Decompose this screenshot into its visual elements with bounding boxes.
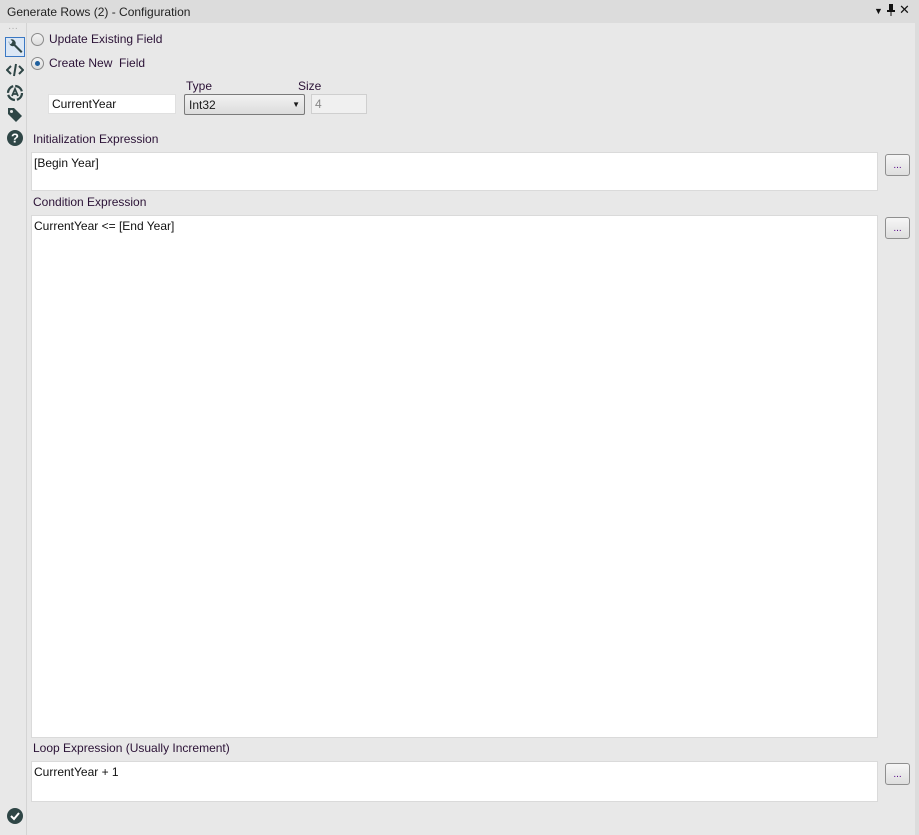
dropdown-arrow-icon[interactable]: ▼ (874, 6, 883, 16)
pin-icon[interactable] (886, 3, 896, 20)
loop-expression-label: Loop Expression (Usually Increment) (33, 741, 230, 755)
scroll-edge (915, 23, 919, 835)
radio-label: Update Existing Field (49, 32, 163, 46)
init-expression-label: Initialization Expression (33, 132, 159, 146)
loop-expression-editor[interactable]: CurrentYear + 1 (31, 761, 878, 802)
svg-text:?: ? (11, 131, 19, 146)
type-select[interactable]: Int32 ▼ (184, 94, 305, 115)
more-dots-icon[interactable]: ··· (8, 24, 18, 34)
size-input[interactable] (311, 94, 367, 114)
condition-expression-editor[interactable]: CurrentYear <= [End Year] (31, 215, 878, 738)
condition-expression-builder-button[interactable]: ... (885, 217, 910, 239)
type-label: Type (186, 79, 213, 93)
help-icon[interactable]: ? (5, 128, 25, 148)
type-value: Int32 (189, 98, 216, 112)
tag-icon[interactable] (5, 105, 25, 125)
close-icon[interactable]: ✕ (899, 2, 910, 18)
loop-expression-builder-button[interactable]: ... (885, 763, 910, 785)
chevron-down-icon: ▼ (292, 100, 300, 109)
radio-button[interactable] (31, 56, 44, 70)
radio-button[interactable] (31, 32, 44, 46)
size-label: Size (298, 79, 322, 93)
wrench-icon[interactable] (5, 37, 25, 57)
field-name-input[interactable] (48, 94, 176, 114)
radio-update-existing-field[interactable]: Update Existing Field (31, 32, 162, 46)
radio-create-new-field[interactable]: Create New Field (31, 56, 145, 70)
code-icon[interactable] (5, 60, 25, 80)
init-expression-builder-button[interactable]: ... (885, 154, 910, 176)
radio-label: Create New Field (49, 56, 146, 70)
target-icon[interactable] (5, 83, 25, 103)
title-bar: Generate Rows (2) - Configuration ▼ ✕ (0, 0, 919, 23)
init-expression-editor[interactable]: [Begin Year] (31, 152, 878, 191)
sidebar: ··· ? (0, 23, 27, 835)
check-circle-icon (5, 806, 25, 826)
condition-expression-label: Condition Expression (33, 195, 147, 209)
window-title: Generate Rows (2) - Configuration (7, 5, 191, 19)
